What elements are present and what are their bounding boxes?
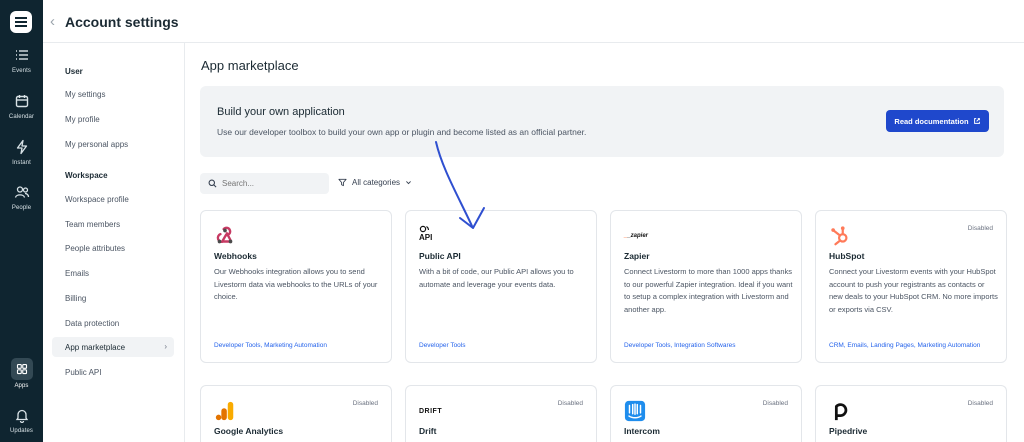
sidebar-group-workspace: Workspace xyxy=(65,171,108,180)
read-documentation-button[interactable]: Read documentation xyxy=(886,110,989,132)
rail-item-people[interactable]: People xyxy=(0,184,43,211)
app-logo[interactable] xyxy=(10,11,32,33)
zapier-logo-text: _zapier xyxy=(627,233,649,239)
app-card-drift[interactable]: DRIFT Disabled Drift xyxy=(405,385,597,442)
settings-sidebar: User My settings My profile My personal … xyxy=(43,43,185,442)
app-card-intercom[interactable]: Disabled Intercom xyxy=(610,385,802,442)
rail-item-instant[interactable]: Instant xyxy=(0,139,43,166)
rail-label-events: Events xyxy=(12,68,31,74)
webhooks-icon xyxy=(216,226,233,244)
search-icon xyxy=(208,179,217,188)
app-tags[interactable]: Developer Tools, Marketing Automation xyxy=(214,342,327,349)
status-badge: Disabled xyxy=(762,400,788,407)
status-badge: Disabled xyxy=(352,400,378,407)
api-icon: API xyxy=(419,225,441,247)
rail-item-updates[interactable]: Updates xyxy=(0,407,43,434)
sidebar-group-user: User xyxy=(65,67,83,76)
sidebar-item-people-attributes[interactable]: People attributes xyxy=(65,244,125,253)
rail-item-calendar[interactable]: Calendar xyxy=(0,93,43,120)
app-card-google-analytics[interactable]: Disabled Google Analytics xyxy=(200,385,392,442)
app-description: With a bit of code, our Public API allow… xyxy=(419,267,574,289)
status-badge: Disabled xyxy=(557,400,583,407)
people-icon xyxy=(14,186,29,198)
app-name: Webhooks xyxy=(214,251,257,261)
sidebar-item-emails[interactable]: Emails xyxy=(65,269,89,278)
app-card-hubspot[interactable]: Disabled HubSpot Connect your Livestorm … xyxy=(815,210,1007,363)
rail-label-apps: Apps xyxy=(14,383,29,389)
calendar-icon xyxy=(15,95,28,108)
read-documentation-label: Read documentation xyxy=(894,116,969,126)
rail-item-apps[interactable]: Apps xyxy=(0,358,43,389)
app-name: Pipedrive xyxy=(829,426,868,436)
section-title: App marketplace xyxy=(201,58,299,73)
api-logo-text: API xyxy=(419,233,433,242)
sidebar-item-label: App marketplace xyxy=(65,343,126,352)
pipedrive-icon xyxy=(834,403,848,421)
sidebar-item-public-api[interactable]: Public API xyxy=(65,368,101,377)
app-name: Public API xyxy=(419,251,461,261)
back-chevron-icon[interactable]: ‹ xyxy=(50,13,55,30)
left-rail: Events Calendar Instant People Apps Upda… xyxy=(0,0,43,442)
developer-banner: Build your own application Use our devel… xyxy=(200,86,1004,157)
hubspot-icon xyxy=(831,226,848,246)
rail-label-updates: Updates xyxy=(9,428,34,434)
category-filter[interactable]: All categories xyxy=(338,178,412,187)
sidebar-item-my-profile[interactable]: My profile xyxy=(65,115,100,124)
app-name: HubSpot xyxy=(829,251,865,261)
app-name: Intercom xyxy=(624,426,660,436)
sidebar-item-app-marketplace[interactable]: App marketplace › xyxy=(52,337,174,357)
list-icon xyxy=(15,50,28,60)
sidebar-item-billing[interactable]: Billing xyxy=(65,294,86,303)
app-card-webhooks[interactable]: Webhooks Our Webhooks integration allows… xyxy=(200,210,392,363)
chevron-down-icon xyxy=(406,181,411,185)
bell-icon xyxy=(15,409,28,423)
banner-subtitle: Use our developer toolbox to build your … xyxy=(217,127,587,137)
top-header: ‹ Account settings xyxy=(43,0,1024,43)
sidebar-item-team-members[interactable]: Team members xyxy=(65,220,120,229)
external-link-icon xyxy=(973,118,980,124)
app-name: Drift xyxy=(419,426,437,436)
grid-icon xyxy=(16,363,27,375)
app-card-pipedrive[interactable]: Disabled Pipedrive xyxy=(815,385,1007,442)
status-badge: Disabled xyxy=(967,400,993,407)
app-card-public-api[interactable]: API Public API With a bit of code, our P… xyxy=(405,210,597,363)
sidebar-item-my-personal-apps[interactable]: My personal apps xyxy=(65,140,128,149)
intercom-icon xyxy=(624,400,646,422)
search-box[interactable] xyxy=(200,173,329,194)
rail-label-people: People xyxy=(11,205,32,211)
drift-logo: DRIFT xyxy=(419,408,443,415)
sidebar-item-workspace-profile[interactable]: Workspace profile xyxy=(65,195,129,204)
status-badge: Disabled xyxy=(967,225,993,232)
rail-label-instant: Instant xyxy=(12,160,31,166)
api-gear-icon xyxy=(419,225,429,233)
sidebar-item-my-settings[interactable]: My settings xyxy=(65,90,105,99)
app-card-zapier[interactable]: __zapier Zapier Connect Livestorm to mor… xyxy=(610,210,802,363)
search-input[interactable] xyxy=(222,179,322,188)
app-tags[interactable]: Developer Tools, Integration Softwares xyxy=(624,342,736,349)
zapier-logo: __zapier xyxy=(624,233,649,239)
app-description: Connect your Livestorm events with your … xyxy=(829,267,998,314)
app-name: Google Analytics xyxy=(214,426,284,436)
page-title: Account settings xyxy=(65,14,179,30)
lightning-icon xyxy=(16,139,27,155)
chevron-right-icon: › xyxy=(164,342,167,351)
app-description: Our Webhooks integration allows you to s… xyxy=(214,267,378,301)
banner-title: Build your own application xyxy=(217,106,345,118)
app-description: Connect Livestorm to more than 1000 apps… xyxy=(624,267,793,314)
rail-item-events[interactable]: Events xyxy=(0,47,43,74)
rail-label-calendar: Calendar xyxy=(8,114,35,120)
filter-icon xyxy=(338,178,347,187)
app-tags[interactable]: Developer Tools xyxy=(419,342,466,349)
app-name: Zapier xyxy=(624,251,650,261)
app-tags[interactable]: CRM, Emails, Landing Pages, Marketing Au… xyxy=(829,342,980,349)
sidebar-item-data-protection[interactable]: Data protection xyxy=(65,319,119,328)
category-filter-label: All categories xyxy=(352,178,401,187)
google-analytics-icon xyxy=(215,401,234,421)
